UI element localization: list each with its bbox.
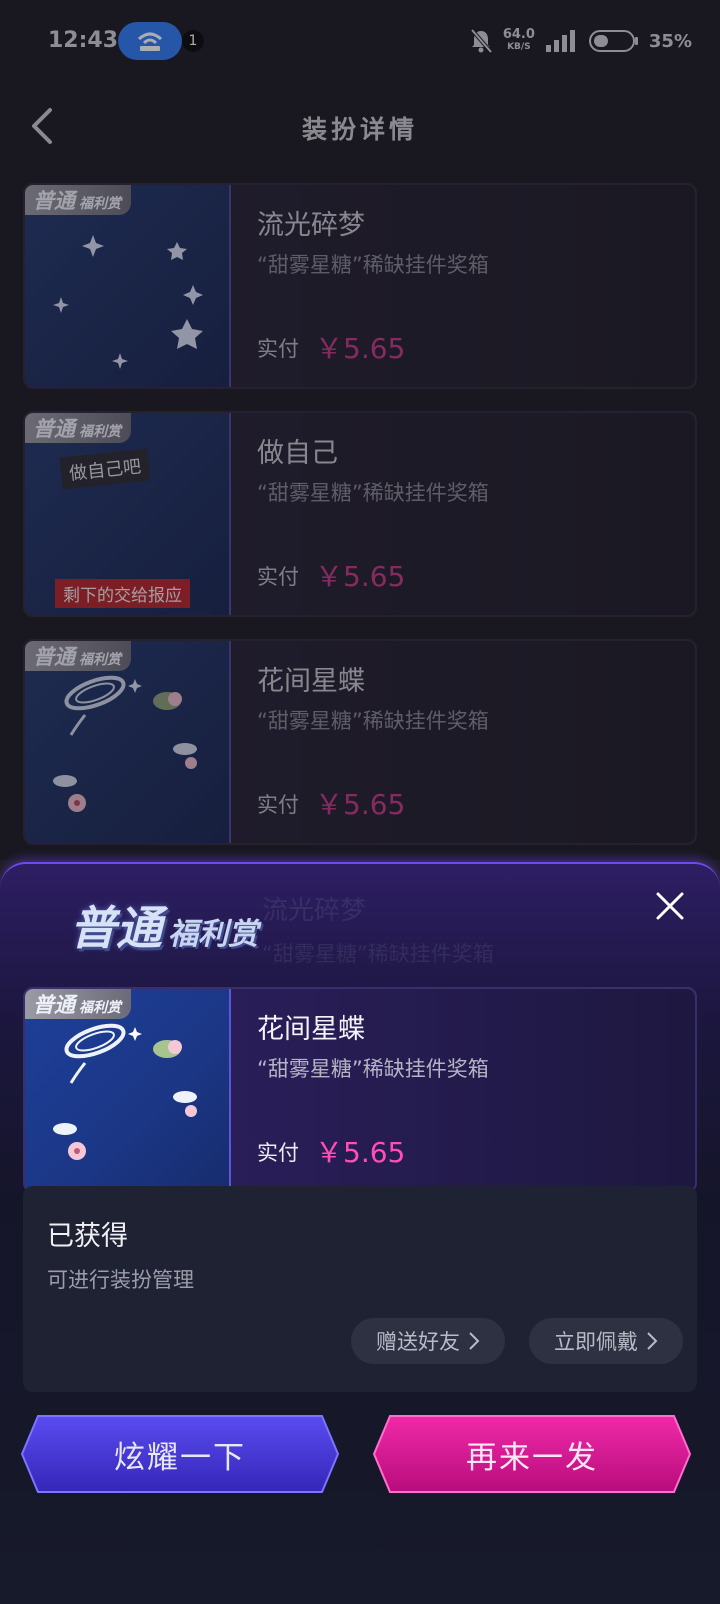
- ghost-item-title: 流光碎梦: [262, 896, 367, 926]
- pay-label: 实付: [257, 1141, 299, 1165]
- obtained-status-box: 已获得 可进行装扮管理 赠送好友 立即佩戴: [23, 1186, 697, 1392]
- sheet-logo: 普通 福利赏: [70, 901, 258, 955]
- item-thumbnail: 普通 福利赏: [25, 989, 231, 1191]
- chevron-right-icon: [647, 1332, 658, 1350]
- result-sheet: 流光碎梦 “甜雾星糖”稀缺挂件奖箱 普通 福利赏 普通福利赏 花间星蝶 “甜雾星…: [0, 862, 720, 1604]
- dim-overlay[interactable]: [0, 0, 720, 860]
- item-price: ￥5.65: [315, 1136, 406, 1169]
- obtained-title: 已获得: [47, 1221, 128, 1252]
- rarity-badge: 普通 福利赏: [25, 989, 131, 1019]
- chevron-right-icon: [469, 1332, 480, 1350]
- close-button[interactable]: [650, 886, 690, 926]
- show-off-button[interactable]: 炫耀一下: [20, 1412, 340, 1496]
- wear-now-button[interactable]: 立即佩戴: [529, 1318, 683, 1364]
- obtained-description: 可进行装扮管理: [47, 1268, 194, 1292]
- flower-butterfly-decoration: [53, 1023, 197, 1160]
- item-title: 花间星蝶: [257, 1014, 365, 1045]
- item-subtitle: “甜雾星糖”稀缺挂件奖箱: [257, 1057, 489, 1081]
- result-item-card[interactable]: 普通 福利赏 花间星蝶 “甜雾星糖”稀缺挂件奖箱 实付 ￥5.65: [23, 987, 697, 1193]
- ghost-item-subtitle: “甜雾星糖”稀缺挂件奖箱: [262, 942, 494, 966]
- draw-again-button[interactable]: 再来一发: [372, 1412, 692, 1496]
- gift-friend-button[interactable]: 赠送好友: [351, 1318, 505, 1364]
- close-icon: [656, 892, 684, 920]
